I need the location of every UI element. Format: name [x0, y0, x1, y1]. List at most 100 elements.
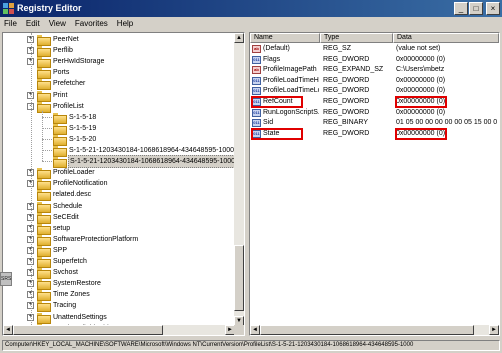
tree-node[interactable]: Perflib — [37, 45, 74, 58]
value-row[interactable]: ab ProfileImagePath REG_EXPAND_SZ C:\Users\… — [250, 65, 499, 75]
string-value-icon: ab — [252, 66, 261, 75]
regedit-icon — [3, 3, 14, 14]
tree-node-label: Schedule — [53, 202, 83, 210]
tree-node[interactable]: setup — [37, 223, 71, 235]
tree-scroll-thumb[interactable] — [234, 245, 244, 311]
folder-icon — [37, 101, 51, 113]
value-name: ProfileImagePath — [263, 66, 317, 74]
value-data: 0x00000000 (0) — [396, 55, 446, 63]
tree-node[interactable]: S-1-5-21-1203430184-1068618964-434648595… — [53, 155, 235, 169]
tree-node-label: SPP — [53, 246, 68, 254]
tree-node-label: Perflib — [53, 47, 73, 55]
folder-icon — [37, 190, 51, 202]
value-row[interactable]: 011 RunLogonScriptS... REG_DWORD 0x00000000… — [250, 108, 499, 118]
tree-scroll-up-button[interactable]: ▲ — [234, 33, 244, 43]
maximize-button[interactable]: □ — [469, 2, 483, 15]
value-name: ProfileLoadTimeLow — [263, 87, 319, 95]
registry-tree-pane[interactable]: PeerNet + Perflib + PerHwIdStorage + Ports Pref… — [2, 32, 245, 336]
menu-file[interactable]: File — [4, 17, 17, 31]
tree-connector — [42, 138, 52, 140]
column-header-data[interactable]: Data — [393, 33, 499, 43]
menu-edit[interactable]: Edit — [26, 17, 40, 31]
menu-favorites[interactable]: Favorites — [75, 17, 108, 31]
tree-node-label: ProfileList — [53, 102, 84, 110]
tree-node-label: Svchost — [53, 269, 78, 277]
tree-node[interactable]: Prefetcher — [37, 78, 86, 91]
tree-node[interactable]: SPP — [37, 245, 68, 257]
close-button[interactable]: × — [486, 2, 500, 15]
values-horizontal-scrollbar[interactable]: ◄ ► — [250, 325, 499, 335]
highlight-box — [395, 96, 447, 108]
values-hscroll-thumb[interactable] — [260, 325, 474, 335]
registry-tree: PeerNet + Perflib + PerHwIdStorage + Ports Pref… — [3, 33, 235, 326]
value-row[interactable]: 011ProfileLoadTimeLow REG_DWORD 0x00000000… — [250, 86, 499, 96]
values-header: Name Type Data — [250, 33, 499, 43]
tree-scroll-corner — [234, 325, 244, 335]
tree-node[interactable]: Time Zones — [37, 289, 91, 302]
tree-scroll-left-button[interactable]: ◄ — [3, 325, 13, 335]
tree-node-label: S-1-5-21-1203430184-1068618964-434648595… — [68, 155, 235, 169]
tree-node-label: Ports — [53, 69, 70, 77]
title-bar: Registry Editor _ □ × — [0, 0, 502, 17]
menu-help[interactable]: Help — [117, 17, 133, 31]
folder-icon — [37, 257, 51, 268]
tree-node[interactable]: Tracing — [37, 300, 77, 313]
value-row[interactable]: ab (Default) REG_SZ (value not set) — [250, 44, 499, 54]
value-type: REG_DWORD — [323, 108, 370, 116]
folder-icon — [37, 223, 51, 235]
tree-node-label: PerHwIdStorage — [53, 58, 105, 66]
tree-hscroll-thumb[interactable] — [13, 325, 163, 335]
value-name: ProfileLoadTimeHi... — [263, 76, 319, 84]
value-row[interactable]: 011ProfileLoadTimeHi... REG_DWORD 0x000000… — [250, 76, 499, 86]
tree-node[interactable]: SoftwareProtectionPlatform — [37, 234, 139, 246]
tree-node-label: ProfileNotification — [53, 180, 108, 188]
tree-node[interactable]: Superfetch — [37, 256, 88, 268]
column-header-name[interactable]: Name — [250, 33, 320, 43]
tree-node[interactable]: ProfileLoader — [37, 167, 96, 180]
registry-values-pane[interactable]: Name Type Data ab (Default) REG_SZ (value n… — [249, 32, 500, 336]
value-type: REG_DWORD — [323, 129, 370, 137]
tree-node[interactable]: ProfileNotification — [37, 178, 108, 191]
minimize-button[interactable]: _ — [454, 2, 468, 15]
value-row[interactable]: 011 Flags REG_DWORD 0x00000000 (0) — [250, 55, 499, 65]
tree-node[interactable]: Print — [37, 90, 68, 102]
tree-node[interactable]: PerHwIdStorage — [37, 56, 105, 69]
tree-node[interactable]: S-1-5-18 — [53, 112, 97, 124]
folder-icon — [37, 234, 51, 246]
value-row[interactable]: 011 State REG_DWORD 0x00000000 (0) — [250, 127, 499, 140]
tree-node[interactable]: S-1-5-20 — [53, 134, 97, 146]
value-row[interactable]: 011 RefCount REG_DWORD 0x00000000 (0) — [250, 96, 499, 108]
folder-icon — [37, 179, 51, 191]
tree-horizontal-scrollbar[interactable]: ◄ ► — [3, 325, 235, 335]
binary-value-icon: 011 — [252, 108, 261, 117]
tree-node[interactable]: ProfileList — [37, 101, 85, 113]
tree-node-label: Time Zones — [53, 291, 90, 299]
menu-view[interactable]: View — [49, 17, 66, 31]
tree-node[interactable]: SeCEdit — [37, 212, 80, 224]
tree-node[interactable]: PeerNet — [37, 34, 80, 46]
tree-vertical-scrollbar[interactable]: ▲ ▼ — [234, 33, 244, 326]
tree-node[interactable]: S-1-5-19 — [53, 123, 97, 135]
value-row[interactable]: 011 Sid REG_BINARY 01 05 00 00 00 00 00 05 … — [250, 118, 499, 128]
values-scroll-right-button[interactable]: ► — [489, 325, 499, 335]
folder-icon — [37, 201, 51, 213]
tree-node-label: related.desc — [53, 191, 92, 199]
folder-icon — [37, 212, 51, 224]
tree-node[interactable]: UnattendSettings — [37, 312, 108, 324]
tree-node[interactable]: Schedule — [37, 201, 83, 213]
tree-node[interactable]: related.desc — [37, 189, 92, 202]
values-scroll-left-button[interactable]: ◄ — [250, 325, 260, 335]
column-header-type[interactable]: Type — [320, 33, 393, 43]
tree-node-label: Prefetcher — [53, 80, 86, 88]
binary-value-icon: 011 — [252, 76, 261, 85]
tree-node-label: PeerNet — [53, 36, 79, 43]
folder-icon — [37, 245, 51, 257]
tree-node-label: Print — [53, 91, 68, 99]
folder-icon — [53, 157, 67, 169]
tree-node[interactable]: SystemRestore — [37, 278, 102, 291]
binary-value-icon: 011 — [252, 119, 261, 128]
tree-node[interactable]: Svchost — [37, 267, 79, 280]
tree-node[interactable]: Ports — [37, 67, 70, 80]
value-name: (Default) — [263, 45, 290, 52]
tree-node-label: UnattendSettings — [53, 313, 107, 321]
